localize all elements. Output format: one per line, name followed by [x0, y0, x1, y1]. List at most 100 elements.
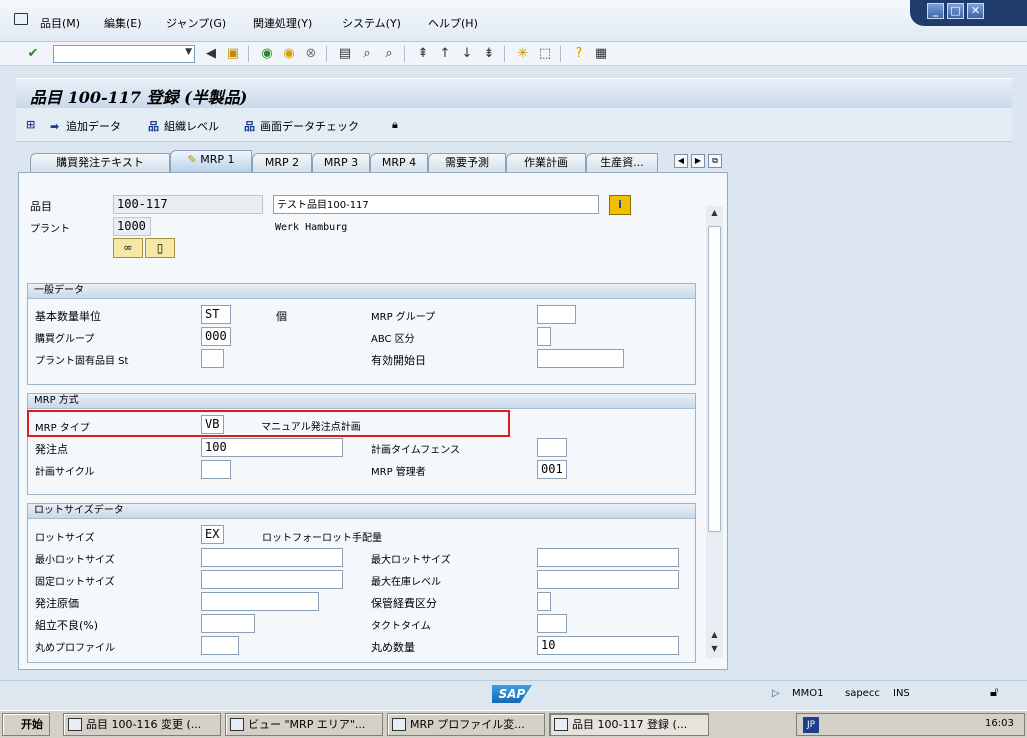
ordering-costs-field[interactable]: [201, 592, 319, 611]
takt-time-field[interactable]: [537, 614, 567, 633]
chevron-down-icon[interactable]: ▼: [185, 47, 192, 57]
org-levels-button[interactable]: 品組織レベル: [148, 118, 219, 134]
tab-prt[interactable]: 生産資...: [586, 153, 658, 172]
back-icon[interactable]: ◉: [258, 45, 276, 63]
tab-scroll-left-icon[interactable]: ◀: [674, 154, 688, 168]
reorder-point-field[interactable]: 100: [201, 438, 343, 457]
cancel-icon[interactable]: ⊗: [302, 45, 320, 63]
max-stock-level-label: 最大在庫レベル: [371, 577, 441, 588]
print-icon[interactable]: ▤: [336, 45, 354, 63]
taskbar-item[interactable]: 品目 100-116 変更 (...: [63, 713, 221, 736]
menu-environment[interactable]: 関連処理(Y): [253, 15, 312, 31]
plant-field: 1000: [113, 217, 151, 236]
first-page-icon[interactable]: ⇞: [414, 45, 432, 63]
toolbar-separator: [404, 46, 405, 62]
system-menu-icon[interactable]: [14, 13, 28, 25]
hierarchy-icon: 品: [148, 120, 159, 133]
rounding-value-field[interactable]: 10: [537, 636, 679, 655]
taskbar-item-active[interactable]: 品目 100-117 登録 (...: [549, 713, 709, 736]
planning-cycle-field[interactable]: [201, 460, 231, 479]
taskbar-item-label: 品目 100-116 変更 (...: [86, 718, 202, 731]
close-button[interactable]: ✕: [967, 3, 984, 19]
last-page-icon[interactable]: ⇟: [480, 45, 498, 63]
tab-scroll-right-icon[interactable]: ▶: [691, 154, 705, 168]
find-next-icon[interactable]: ⌕: [380, 45, 398, 63]
purchasing-group-field[interactable]: 000: [201, 327, 231, 346]
menu-goto[interactable]: ジャンプ(G): [166, 15, 226, 31]
menu-edit[interactable]: 編集(E): [104, 15, 142, 31]
taskbar-item[interactable]: ビュー "MRP エリア"...: [225, 713, 383, 736]
enter-icon[interactable]: ✔: [24, 45, 42, 63]
additional-data-button[interactable]: ➡ 追加データ: [50, 118, 121, 134]
tab-mrp2[interactable]: MRP 2: [252, 153, 312, 172]
min-lot-size-field[interactable]: [201, 548, 343, 567]
language-indicator[interactable]: JP: [803, 717, 819, 733]
shortcut-icon[interactable]: ⬚: [536, 45, 554, 63]
scrollbar-thumb[interactable]: [708, 226, 721, 532]
org-structure-icon[interactable]: ⊞: [26, 118, 42, 131]
abc-indicator-label: ABC 区分: [371, 334, 415, 345]
menu-material[interactable]: 品目(M): [40, 15, 80, 31]
planning-time-fence-field[interactable]: [537, 438, 567, 457]
valid-from-field[interactable]: [537, 349, 624, 368]
mrp-controller-field[interactable]: 001: [537, 460, 567, 479]
mrp-group-field[interactable]: [537, 305, 576, 324]
plant-status-field[interactable]: [201, 349, 224, 368]
general-data-title: 一般データ: [28, 284, 695, 299]
tab-mrp1-label: MRP 1: [200, 153, 235, 166]
takt-time-label: タクトタイム: [371, 621, 431, 632]
lock-icon[interactable]: 🔒︎: [392, 118, 398, 132]
lot-size-field[interactable]: EX: [201, 525, 224, 544]
scroll-up-icon[interactable]: ▲: [706, 206, 723, 220]
status-play-icon[interactable]: ▷: [772, 688, 780, 699]
create-session-icon[interactable]: ✳: [514, 45, 532, 63]
windows-taskbar: 开始 品目 100-116 変更 (... ビュー "MRP エリア"... M…: [0, 710, 1027, 738]
tab-mrp4[interactable]: MRP 4: [370, 153, 428, 172]
lock-icon: 🔓︎: [990, 685, 999, 700]
menu-system[interactable]: システム(Y): [342, 15, 401, 31]
taskbar-item-label: 品目 100-117 登録 (...: [572, 718, 688, 731]
storage-costs-label: 保管経費区分: [371, 597, 437, 610]
start-button[interactable]: 开始: [2, 713, 50, 736]
glasses-icon[interactable]: ∞: [113, 238, 143, 258]
back-arrow-icon[interactable]: ◀: [202, 45, 220, 63]
previous-page-icon[interactable]: ↑: [436, 45, 454, 63]
material-description-field[interactable]: テスト品目100-117: [273, 195, 599, 214]
tab-purchase-text[interactable]: 購買発注テキスト: [30, 153, 170, 172]
menu-help[interactable]: ヘルプ(H): [428, 15, 478, 31]
scroll-up-icon[interactable]: ▲: [706, 628, 723, 642]
base-uom-field[interactable]: ST: [201, 305, 231, 324]
vertical-scrollbar[interactable]: ▲ ▲ ▼: [706, 206, 723, 658]
exit-icon[interactable]: ◉: [280, 45, 298, 63]
info-icon[interactable]: i: [609, 195, 631, 215]
tab-forecasting[interactable]: 需要予測: [428, 153, 506, 172]
document-icon[interactable]: ▯: [145, 238, 175, 258]
taskbar-item[interactable]: MRP プロファイル変...: [387, 713, 545, 736]
maximize-button[interactable]: □: [947, 3, 964, 19]
save-icon[interactable]: ▣: [224, 45, 242, 63]
tab-mrp3[interactable]: MRP 3: [312, 153, 370, 172]
minimize-button[interactable]: _: [927, 3, 944, 19]
plant-label: プラント: [30, 224, 70, 235]
storage-costs-field[interactable]: [537, 592, 551, 611]
layout-menu-icon[interactable]: ▦: [592, 45, 610, 63]
next-page-icon[interactable]: ↓: [458, 45, 476, 63]
scroll-down-icon[interactable]: ▼: [706, 642, 723, 656]
find-icon[interactable]: ⌕: [358, 45, 376, 63]
abc-indicator-field[interactable]: [537, 327, 551, 346]
max-stock-level-field[interactable]: [537, 570, 679, 589]
tab-work-scheduling[interactable]: 作業計画: [506, 153, 586, 172]
tab-list-icon[interactable]: ⧉: [708, 154, 722, 168]
check-screen-data-button[interactable]: 品画面データチェック: [244, 118, 359, 134]
rounding-profile-field[interactable]: [201, 636, 239, 655]
fixed-lot-size-field[interactable]: [201, 570, 343, 589]
help-icon[interactable]: ?: [570, 45, 588, 63]
annotation-highlight-box: [27, 410, 510, 437]
max-lot-size-field[interactable]: [537, 548, 679, 567]
assembly-scrap-field[interactable]: [201, 614, 255, 633]
assembly-scrap-label: 組立不良(%): [35, 619, 99, 632]
command-field[interactable]: ▼: [53, 45, 195, 63]
taskbar-item-label: MRP プロファイル変...: [410, 718, 525, 731]
tab-mrp1[interactable]: ✎ MRP 1: [170, 150, 252, 172]
edit-pencil-icon: ✎: [187, 153, 197, 166]
